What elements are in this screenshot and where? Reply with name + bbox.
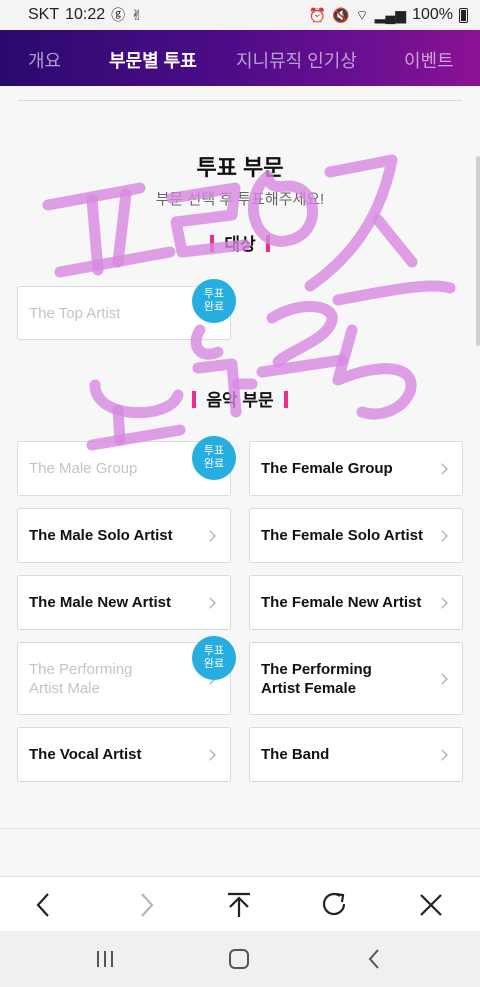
wifi-icon: ⌔ [355,7,369,23]
heading-bar-right [283,391,288,408]
chevron-right-icon [436,748,448,761]
category-card-female-new-artist[interactable]: The Female New Artist [249,575,463,630]
category-label: The Performing Artist Male [29,660,133,697]
battery-percent: 100% [412,6,453,23]
heading-bar-left [210,235,215,252]
category-card-female-solo-artist[interactable]: The Female Solo Artist [249,508,463,563]
tab-overview[interactable]: 개요 [28,47,61,73]
vote-content: 투표 부문 부문 선택 후 투표해주세요! 대상 The Top Artist … [0,86,480,876]
section-title: 투표 부문 [196,155,284,180]
chevron-right-icon [204,748,216,761]
category-card-band[interactable]: The Band [249,727,463,782]
tab-event[interactable]: 이벤트 [404,47,454,73]
scrollbar[interactable] [476,156,480,346]
scroll-top-icon[interactable] [219,885,259,925]
vote-complete-badge: 투표 완료 [192,279,236,323]
category-label: The Performing Artist Female [261,660,372,697]
heading-bar-right [265,235,270,252]
divider [0,828,480,829]
signal-icon: ▂▄▆ [374,7,407,23]
divider [18,100,462,101]
category-label: The Male Group [29,460,138,477]
refresh-icon[interactable] [315,885,355,925]
notification-icon: ⓖ [111,7,126,23]
back-icon[interactable] [354,943,394,975]
vote-complete-badge: 투표 완료 [192,436,236,480]
category-card-male-new-artist[interactable]: The Male New Artist [17,575,231,630]
chevron-right-icon [204,596,216,609]
category-card-male-solo-artist[interactable]: The Male Solo Artist [17,508,231,563]
chevron-right-icon [436,462,448,475]
tab-genie-popularity[interactable]: 지니뮤직 인기상 [236,47,357,73]
carrier-label: SKT [28,6,60,23]
chevron-right-icon [436,596,448,609]
category-label: The Vocal Artist [29,746,142,763]
close-icon[interactable] [411,885,451,925]
category-label: The Female New Artist [261,594,422,611]
grand-prize-heading: 대상 [0,230,480,255]
category-card-performing-artist-female[interactable]: The Performing Artist Female [249,642,463,715]
chevron-right-icon [204,529,216,542]
category-label: The Male Solo Artist [29,527,173,544]
vote-complete-badge: 투표 완료 [192,636,236,680]
chevron-right-icon [436,672,448,685]
forward-icon[interactable] [126,885,166,925]
home-icon[interactable] [219,943,259,975]
music-heading: 음악 부문 [0,386,480,411]
category-card-vocal-artist[interactable]: The Vocal Artist [17,727,231,782]
category-label: The Female Group [261,460,393,477]
android-nav-bar [0,931,480,987]
category-label: The Band [261,746,330,763]
category-label: The Female Solo Artist [261,527,423,544]
status-bar: SKT 10:22 ⓖ ✌ ⏰ 🔇 ⌔ ▂▄▆ 100% [0,0,480,30]
back-icon[interactable] [24,885,64,925]
alarm-icon: ⏰ [308,7,327,23]
recent-apps-icon[interactable] [85,943,125,975]
mute-icon: 🔇 [332,7,350,23]
tab-category-vote[interactable]: 부문별 투표 [109,47,197,73]
section-subtitle: 부문 선택 후 투표해주세요! [155,191,325,208]
clock: 10:22 [65,6,106,23]
battery-icon [459,7,468,23]
victory-hand-icon: ✌ [131,7,143,23]
category-label: The Male New Artist [29,594,171,611]
chevron-right-icon [436,529,448,542]
browser-toolbar [0,876,480,931]
category-label: The Top Artist [29,304,121,322]
tab-bar: 개요 부문별 투표 지니뮤직 인기상 이벤트 [0,30,480,86]
category-card-female-group[interactable]: The Female Group [249,441,463,496]
music-heading-text: 음악 부문 [206,391,274,410]
heading-bar-left [192,391,197,408]
grand-prize-heading-text: 대상 [224,235,256,254]
